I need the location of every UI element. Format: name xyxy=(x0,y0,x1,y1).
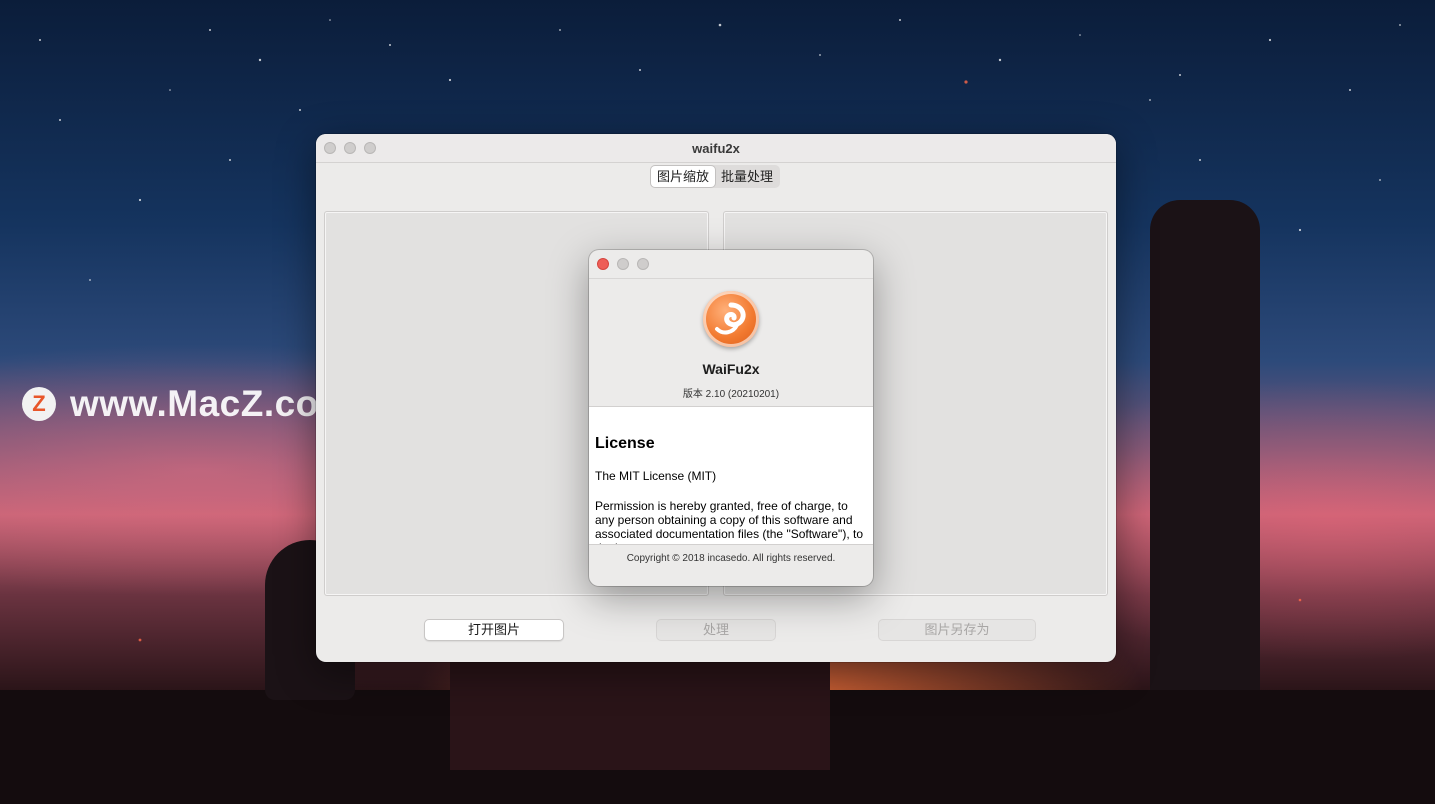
process-button[interactable]: 处理 xyxy=(656,619,776,641)
about-close-button[interactable] xyxy=(597,258,609,270)
license-heading: License xyxy=(595,435,655,452)
about-zoom-button[interactable] xyxy=(637,258,649,270)
tab-batch-process[interactable]: 批量处理 xyxy=(715,166,779,187)
about-minimize-button[interactable] xyxy=(617,258,629,270)
mode-segmented-control: 图片缩放 批量处理 xyxy=(650,165,781,188)
app-name: WaiFu2x xyxy=(702,361,760,377)
app-version: 版本 2.10 (20210201) xyxy=(682,389,780,400)
open-image-button[interactable]: 打开图片 xyxy=(424,619,564,641)
macz-logo-icon: Z xyxy=(22,387,56,421)
tab-image-scale[interactable]: 图片缩放 xyxy=(651,166,716,187)
house-silhouette xyxy=(450,660,830,770)
main-titlebar[interactable]: waifu2x xyxy=(316,134,1116,163)
watermark: Z www.MacZ.com xyxy=(22,383,352,425)
window-title: waifu2x xyxy=(692,141,740,156)
about-header: WaiFu2x 版本 2.10 (20210201) xyxy=(589,278,873,406)
save-as-button[interactable]: 图片另存为 xyxy=(878,619,1036,641)
waifu2x-swirl-icon xyxy=(703,291,759,347)
watermark-text: www.MacZ.com xyxy=(70,383,353,424)
about-dialog: WaiFu2x 版本 2.10 (20210201) License The M… xyxy=(589,250,873,586)
license-line: The MIT License (MIT) xyxy=(595,469,717,483)
license-text-view[interactable]: License The MIT License (MIT) Permission… xyxy=(589,406,873,545)
license-line: Permission is hereby granted, free of ch… xyxy=(595,499,863,544)
copyright-text: Copyright © 2018 incasedo. All rights re… xyxy=(626,553,836,564)
